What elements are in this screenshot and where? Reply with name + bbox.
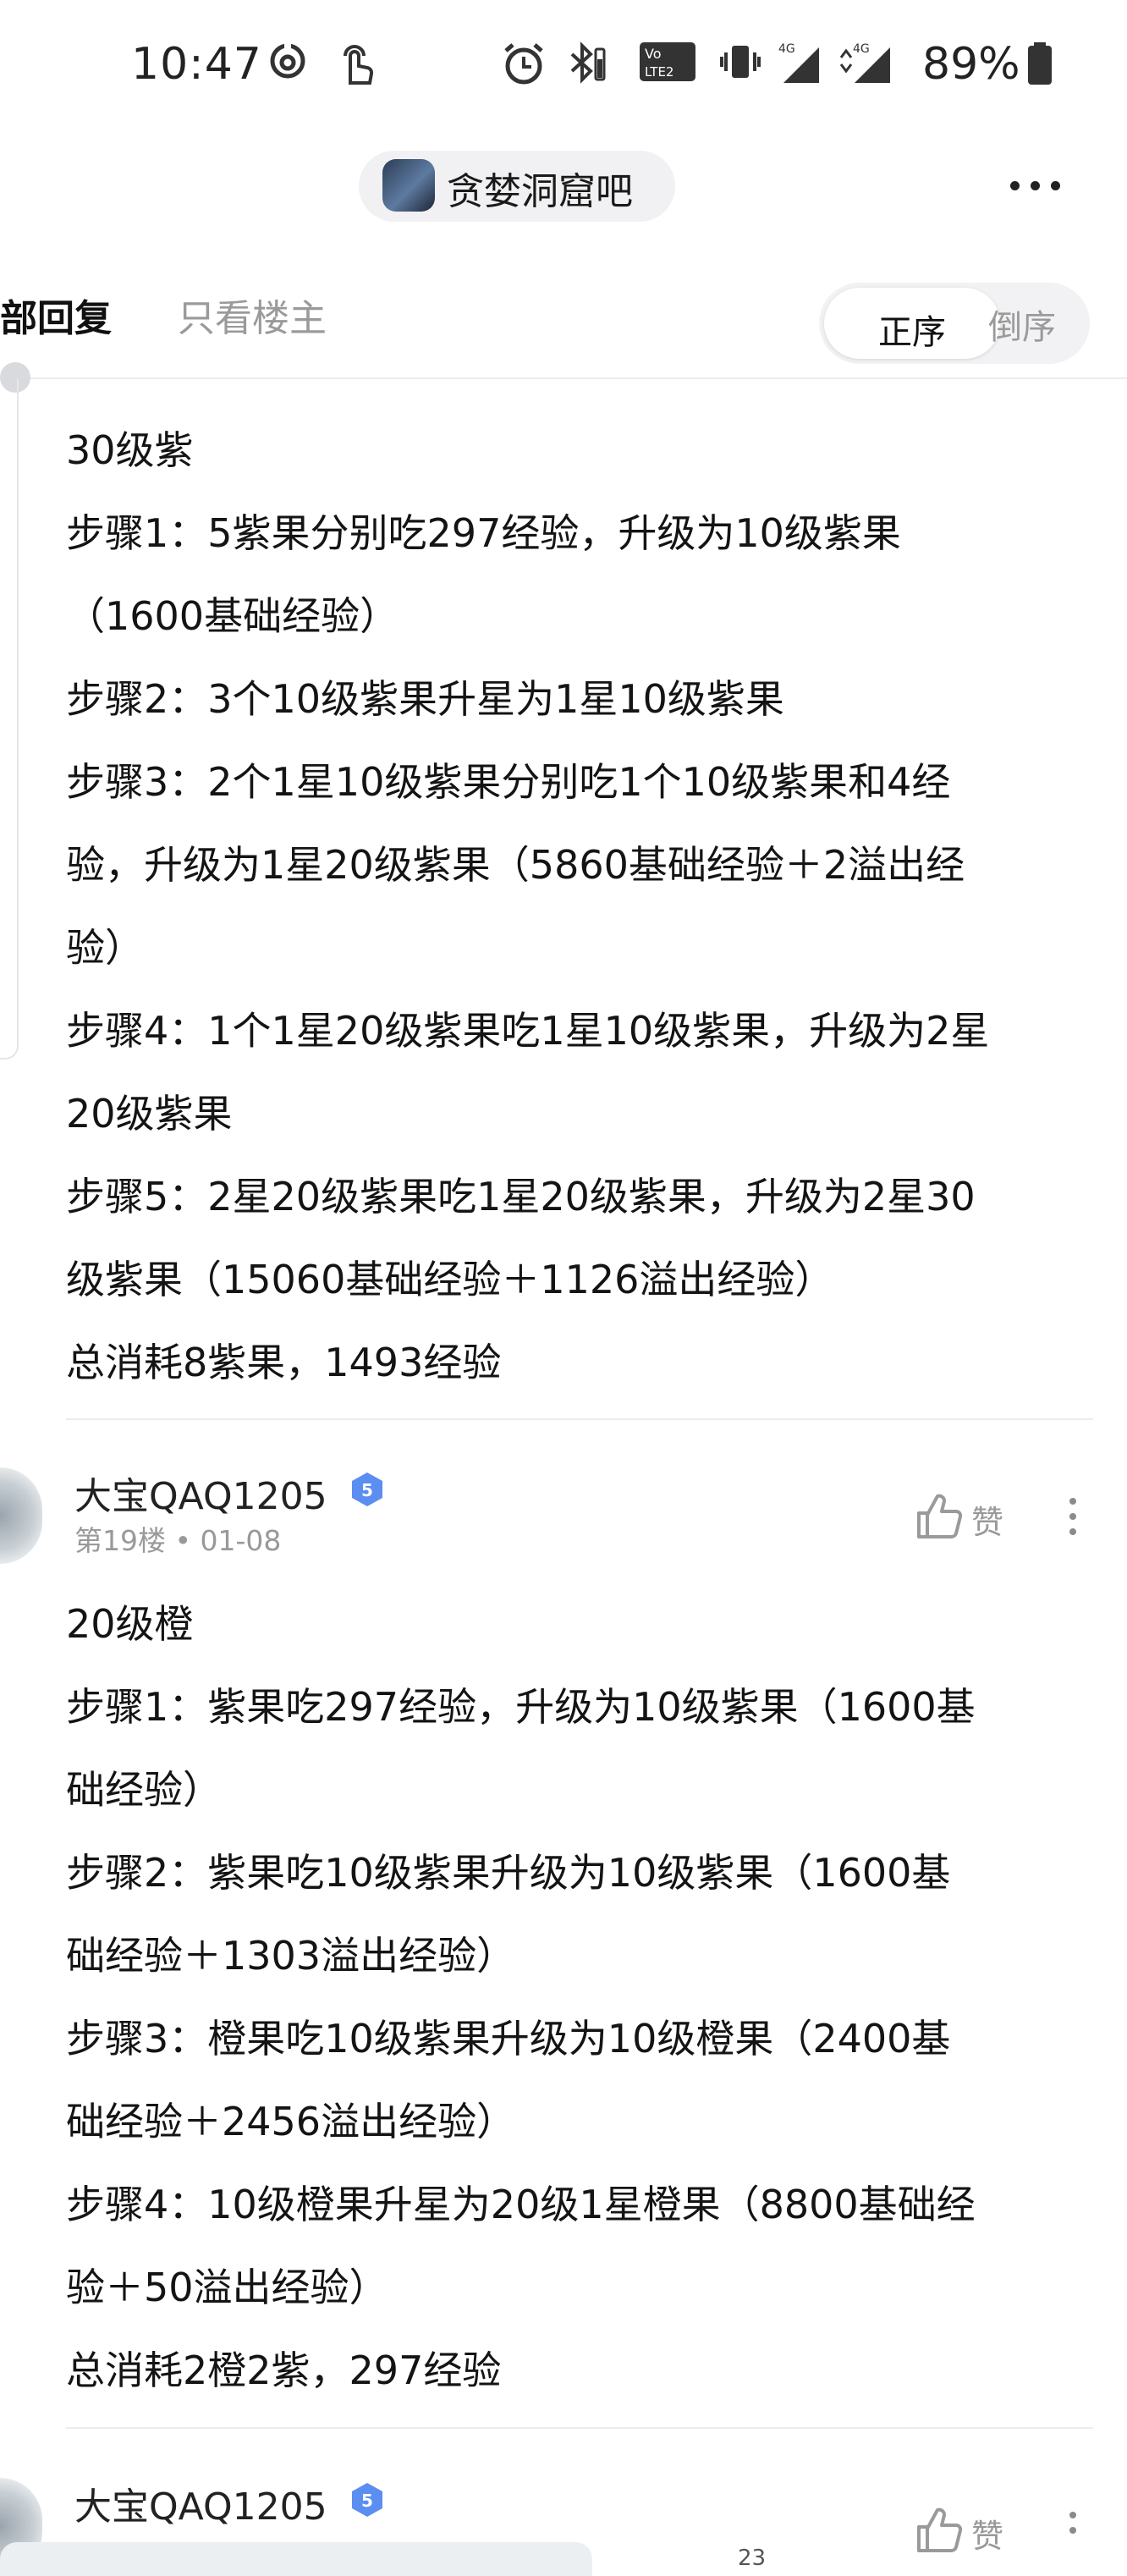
post-line: 步骤1：5紫果分别吃297经验，升级为10级紫果 xyxy=(66,510,901,556)
level-badge-text: 5 xyxy=(361,1480,373,1500)
post-line: 级紫果（15060基础经验＋1126溢出经验） xyxy=(66,1257,834,1302)
post-line: 步骤5：2星20级紫果吃1星20级紫果，升级为2星30 xyxy=(66,1174,976,1219)
bluetooth-icon xyxy=(565,41,607,90)
post-line: 步骤4：1个1星20级紫果吃1星10级紫果，升级为2星 xyxy=(66,1008,990,1054)
level-badge-icon: 5 xyxy=(349,1471,386,1508)
post-line: 步骤1：紫果吃297经验，升级为10级紫果（1600基 xyxy=(66,1684,976,1730)
post-line: 30级紫 xyxy=(66,427,194,473)
post-body: 20级橙 步骤1：紫果吃297经验，升级为10级紫果（1600基 础经验） 步骤… xyxy=(66,1582,1098,2412)
post-line: 总消耗2橙2紫，297经验 xyxy=(66,2348,502,2393)
battery-percent: 89% xyxy=(922,39,1020,90)
tab-all-replies[interactable]: 部回复 xyxy=(0,288,112,342)
post-line: 验＋50溢出经验） xyxy=(66,2265,388,2310)
status-bar: 10:47 Vo LTE2 4G 4G 89% xyxy=(0,0,1127,135)
post-divider xyxy=(66,1418,1093,1420)
sort-asc-label: 正序 xyxy=(878,313,946,352)
post-line: 步骤2：紫果吃10级紫果升级为10级紫果（1600基 xyxy=(66,1850,951,1896)
like-label[interactable]: 赞 xyxy=(971,2510,1003,2557)
post-line: 础经验） xyxy=(66,1767,222,1813)
signal-4g-icon: 4G xyxy=(777,41,826,90)
author-name[interactable]: 大宝QAQ1205 xyxy=(74,1466,327,1520)
thumbs-up-icon xyxy=(917,2507,963,2552)
post-line: 20级紫果 xyxy=(66,1091,233,1137)
thumbs-up-icon xyxy=(917,1494,963,1538)
sort-desc-button[interactable]: 倒序 xyxy=(988,300,1056,349)
svg-text:4G: 4G xyxy=(853,42,870,56)
level-badge-icon: 5 xyxy=(349,2481,386,2518)
volte-icon: Vo LTE2 xyxy=(638,41,697,86)
meta-separator: • xyxy=(166,1524,201,1557)
post-line: 步骤2：3个10级紫果升星为1星10级紫果 xyxy=(66,676,784,722)
post-meta: 第19楼 • 01-08 xyxy=(74,1518,281,1559)
post-line: 步骤3：2个1星10级紫果分别吃1个10级紫果和4经 xyxy=(66,759,951,805)
post-line: 总消耗8紫果，1493经验 xyxy=(66,1340,502,1385)
post-line: 验） xyxy=(66,925,144,971)
signal-4g-icon: 4G xyxy=(838,41,897,90)
svg-text:4G: 4G xyxy=(778,42,795,56)
floor-number: 第19楼 xyxy=(74,1524,166,1557)
post-body: 30级紫 步骤1：5紫果分别吃297经验，升级为10级紫果 （1600基础经验）… xyxy=(66,409,1098,1404)
battery-icon xyxy=(1025,41,1054,90)
post-line: 步骤4：10级橙果升星为20级1星橙果（8800基础经 xyxy=(66,2182,976,2227)
post-line: 验，升级为1星20级紫果（5860基础经验＋2溢出经 xyxy=(66,842,965,888)
more-options-button[interactable] xyxy=(1005,161,1064,212)
post-divider xyxy=(66,2427,1093,2429)
quote-frame xyxy=(0,379,19,1060)
author-name[interactable]: 大宝QAQ1205 xyxy=(74,2476,327,2530)
avatar[interactable] xyxy=(0,1467,42,1564)
sort-asc-button[interactable]: 正序 xyxy=(824,288,1000,359)
post-line: 础经验＋1303溢出经验） xyxy=(66,1933,516,1979)
alarm-icon xyxy=(501,41,547,90)
post-more-button[interactable] xyxy=(1063,2503,1083,2557)
post-line: （1600基础经验） xyxy=(66,593,399,639)
level-badge-text: 5 xyxy=(361,2491,373,2511)
post-more-button[interactable] xyxy=(1063,1489,1083,1544)
forum-name[interactable]: 贪婪洞窟吧 xyxy=(447,161,633,215)
bottom-bar xyxy=(0,2542,592,2576)
vibrate-icon xyxy=(719,41,761,86)
status-time: 10:47 xyxy=(131,39,262,90)
post-line: 步骤3：橙果吃10级紫果升级为10级橙果（2400基 xyxy=(66,2016,951,2061)
touch-icon xyxy=(335,41,377,91)
post-line: 20级橙 xyxy=(66,1601,194,1647)
svg-text:Vo: Vo xyxy=(645,46,662,62)
post-date: 01-08 xyxy=(200,1524,282,1557)
svg-text:LTE2: LTE2 xyxy=(645,64,673,80)
post-line: 础经验＋2456溢出经验） xyxy=(66,2099,516,2144)
hotspot-icon xyxy=(267,41,308,85)
tab-only-owner[interactable]: 只看楼主 xyxy=(178,288,327,342)
forum-avatar[interactable] xyxy=(382,159,435,212)
tab-divider xyxy=(0,377,1127,379)
like-label[interactable]: 赞 xyxy=(971,1496,1003,1543)
page-number: 23 xyxy=(738,2546,767,2571)
